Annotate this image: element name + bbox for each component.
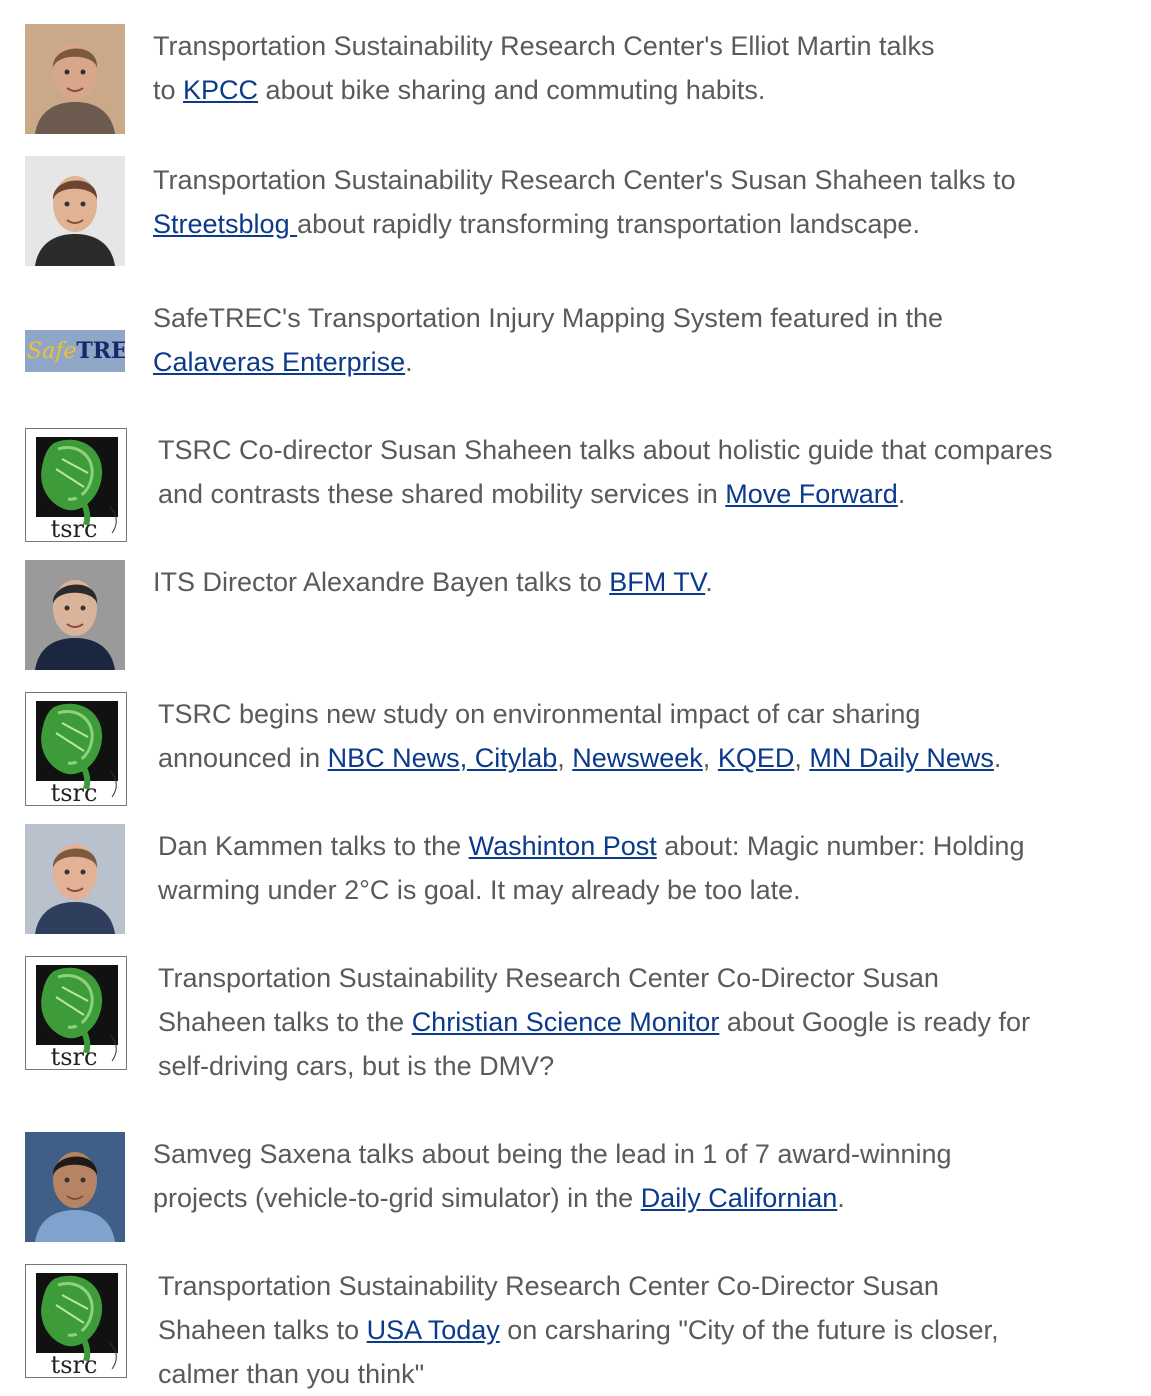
tsrc-logo-text: tsrc [51,1351,98,1377]
text-segment: to [153,75,184,105]
text-segment: Samveg Saxena talks about being the lead… [153,1139,952,1169]
text-segment: SafeTREC's Transportation Injury Mapping… [153,303,944,333]
photo-dan-kammen [25,824,125,934]
text-line: ITS Director Alexandre Bayen talks to BF… [153,560,713,604]
text-segment: on carsharing "City of the future is clo… [499,1315,999,1345]
news-item-text: Transportation Sustainability Research C… [158,956,1030,1088]
news-source-link[interactable]: Washinton Post [469,831,657,861]
news-item-text: Samveg Saxena talks about being the lead… [153,1132,952,1220]
text-line: Transportation Sustainability Research C… [158,956,1030,1000]
news-source-link[interactable]: USA Today [367,1315,500,1345]
safetrec-logo: SafeTREC [25,330,125,372]
safetrec-logo-safe: Safe [27,339,77,364]
text-line: Streetsblog about rapidly transforming t… [153,202,1016,246]
news-source-link[interactable]: MN Daily News [809,743,994,773]
text-line: Shaheen talks to USA Today on carsharing… [158,1308,999,1352]
text-line: Transportation Sustainability Research C… [158,1264,999,1308]
news-item-text: Dan Kammen talks to the Washinton Post a… [158,824,1024,912]
text-line: Calaveras Enterprise. [153,340,943,384]
news-source-link[interactable]: Newsweek [572,743,703,773]
tsrc-logo: tsrc [25,956,127,1070]
text-segment: . [993,743,1002,773]
text-line: SafeTREC's Transportation Injury Mapping… [153,296,943,340]
text-segment: and contrasts these shared mobility serv… [158,479,726,509]
text-line: Transportation Sustainability Research C… [153,158,1016,202]
news-item-text: TSRC Co-director Susan Shaheen talks abo… [158,428,1052,516]
news-item-text: TSRC begins new study on environmental i… [158,692,1001,780]
news-source-link[interactable]: Christian Science Monitor [412,1007,720,1037]
text-line: calmer than you think" [158,1352,999,1396]
text-segment: . [897,479,906,509]
text-line: Transportation Sustainability Research C… [153,24,934,68]
text-line: to KPCC about bike sharing and commuting… [153,68,934,112]
news-source-link[interactable]: KPCC [183,75,258,105]
text-segment: . [837,1183,845,1213]
text-line: TSRC begins new study on environmental i… [158,692,1001,736]
photo-samveg-saxena [25,1132,125,1242]
text-line: and contrasts these shared mobility serv… [158,472,1052,516]
news-item-text: ITS Director Alexandre Bayen talks to BF… [153,560,713,604]
text-line: Shaheen talks to the Christian Science M… [158,1000,1030,1044]
news-item-text: Transportation Sustainability Research C… [153,24,934,112]
text-segment: Shaheen talks to the [158,1007,412,1037]
text-segment: TSRC Co-director Susan Shaheen talks abo… [158,435,1053,465]
news-item-text: Transportation Sustainability Research C… [158,1264,999,1396]
text-segment: TSRC begins new study on environmental i… [158,699,921,729]
safetrec-logo-trec: TREC [76,338,125,364]
tsrc-logo-text: tsrc [51,1043,98,1069]
text-segment: Transportation Sustainability Research C… [158,963,939,993]
text-segment: warming under 2°C is goal. It may alread… [158,875,801,905]
text-line: announced in NBC News, Citylab, Newsweek… [158,736,1001,780]
text-segment: , [557,743,573,773]
news-source-link[interactable]: KQED [718,743,795,773]
news-source-link[interactable]: , Citylab [460,743,558,773]
text-line: warming under 2°C is goal. It may alread… [158,868,1024,912]
tsrc-logo: tsrc [25,692,127,806]
text-segment: announced in [158,743,328,773]
text-segment: projects (vehicle-to-grid simulator) in … [153,1183,641,1213]
photo-susan-shaheen [25,156,125,266]
text-segment: . [405,347,413,377]
tsrc-logo: tsrc [25,428,127,542]
text-segment: , [794,743,810,773]
news-source-link[interactable]: BFM TV [609,567,705,597]
news-source-link[interactable]: NBC News [328,743,460,773]
text-segment: about: Magic number: Holding [656,831,1025,861]
text-segment: Transportation Sustainability Research C… [153,31,935,61]
text-segment: Transportation Sustainability Research C… [153,165,1016,195]
news-source-link[interactable]: Streetsblog [153,209,297,239]
text-line: Dan Kammen talks to the Washinton Post a… [158,824,1024,868]
text-segment: about bike sharing and commuting habits. [258,75,766,105]
text-segment: about rapidly transforming transportatio… [297,209,920,239]
text-segment: Shaheen talks to [158,1315,367,1345]
text-line: projects (vehicle-to-grid simulator) in … [153,1176,952,1220]
text-line: Samveg Saxena talks about being the lead… [153,1132,952,1176]
news-source-link[interactable]: Calaveras Enterprise [153,347,405,377]
text-segment: calmer than you think" [158,1359,425,1389]
news-item-text: Transportation Sustainability Research C… [153,158,1016,246]
news-source-link[interactable]: Daily Californian [641,1183,838,1213]
photo-alexandre-bayen [25,560,125,670]
tsrc-logo-text: tsrc [51,779,98,805]
text-segment: Dan Kammen talks to the [158,831,469,861]
tsrc-logo: tsrc [25,1264,127,1378]
news-item-text: SafeTREC's Transportation Injury Mapping… [153,296,943,384]
text-line: TSRC Co-director Susan Shaheen talks abo… [158,428,1052,472]
text-segment: self-driving cars, but is the DMV? [158,1051,555,1081]
text-segment: , [702,743,718,773]
photo-elliot-martin [25,24,125,134]
text-segment: about Google is ready for [719,1007,1031,1037]
text-segment: . [705,567,713,597]
tsrc-logo-text: tsrc [51,515,98,541]
news-source-link[interactable]: Move Forward [725,479,898,509]
text-line: self-driving cars, but is the DMV? [158,1044,1030,1088]
text-segment: Transportation Sustainability Research C… [158,1271,939,1301]
text-segment: ITS Director Alexandre Bayen talks to [153,567,610,597]
